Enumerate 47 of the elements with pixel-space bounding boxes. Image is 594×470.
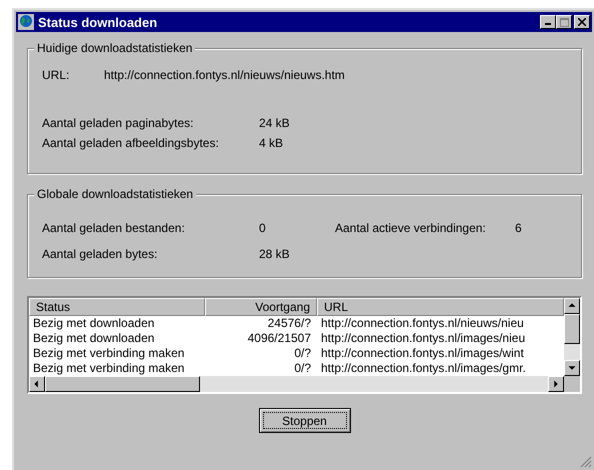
field-value: 4 kB <box>259 136 284 150</box>
horizontal-scrollbar[interactable] <box>29 376 564 392</box>
table-cell-text: Bezig met verbinding maken <box>32 346 186 361</box>
group-title: Globale downloadstatistieken <box>34 187 196 201</box>
scroll-left-button[interactable] <box>29 376 45 392</box>
close-icon <box>578 18 586 26</box>
scroll-down-button[interactable] <box>564 360 580 376</box>
field-value: 28 kB <box>259 247 291 261</box>
table-cell-text: http://connection.fontys.nl/images/nieu <box>320 331 526 346</box>
table-cell-text: Bezig met downloaden <box>32 331 156 346</box>
stop-button[interactable]: Stoppen <box>258 408 350 433</box>
table-cell-text: Bezig met downloaden <box>32 316 156 331</box>
table-cell-text: 24576/? <box>266 316 312 331</box>
close-button[interactable] <box>574 15 590 29</box>
window-title: Status downloaden <box>38 14 158 30</box>
column-header[interactable]: URL <box>317 298 564 316</box>
url-value: http://connection.fontys.nl/nieuws/nieuws.htm <box>104 68 345 82</box>
scroll-right-button[interactable] <box>548 376 564 392</box>
vertical-scrollbar[interactable] <box>564 298 580 376</box>
column-header[interactable]: Voortgang <box>205 298 317 316</box>
globe-icon <box>18 14 34 30</box>
field-label: URL: <box>42 68 70 82</box>
scrollbar-thumb[interactable] <box>45 376 200 392</box>
field-value: 24 kB <box>259 116 290 130</box>
field-label: Aantal actieve verbindingen: <box>335 221 487 235</box>
field-value: 0 <box>259 221 267 235</box>
table-cell-text: http://connection.fontys.nl/nieuws/nieu <box>320 316 525 331</box>
column-header[interactable]: Status <box>29 298 205 316</box>
field-label: Aantal geladen bytes: <box>42 247 158 261</box>
minimize-button[interactable] <box>540 15 556 29</box>
scrollbar-thumb[interactable] <box>564 314 580 344</box>
field-label: Aantal geladen afbeeldingsbytes: <box>42 136 220 150</box>
scrollbar-corner <box>564 376 580 392</box>
group-title: Huidige downloadstatistieken <box>34 41 196 55</box>
table-cell-text: http://connection.fontys.nl/images/wint <box>320 346 525 361</box>
maximize-icon <box>560 18 568 26</box>
field-label: Aantal geladen bestanden: <box>42 221 186 235</box>
table-cell-text: 0/? <box>293 346 312 361</box>
table-cell-text: 0/? <box>293 361 312 376</box>
field-value: 6 <box>515 221 522 235</box>
resize-grip-icon[interactable] <box>580 456 592 468</box>
table-cell-text: 4096/21507 <box>246 331 312 346</box>
maximize-button[interactable] <box>556 15 572 29</box>
table-cell-text: Bezig met verbinding maken <box>32 361 186 376</box>
field-label: Aantal geladen paginabytes: <box>42 116 194 130</box>
scroll-up-button[interactable] <box>564 298 580 314</box>
table-cell-text: http://connection.fontys.nl/images/gmr. <box>320 361 527 376</box>
